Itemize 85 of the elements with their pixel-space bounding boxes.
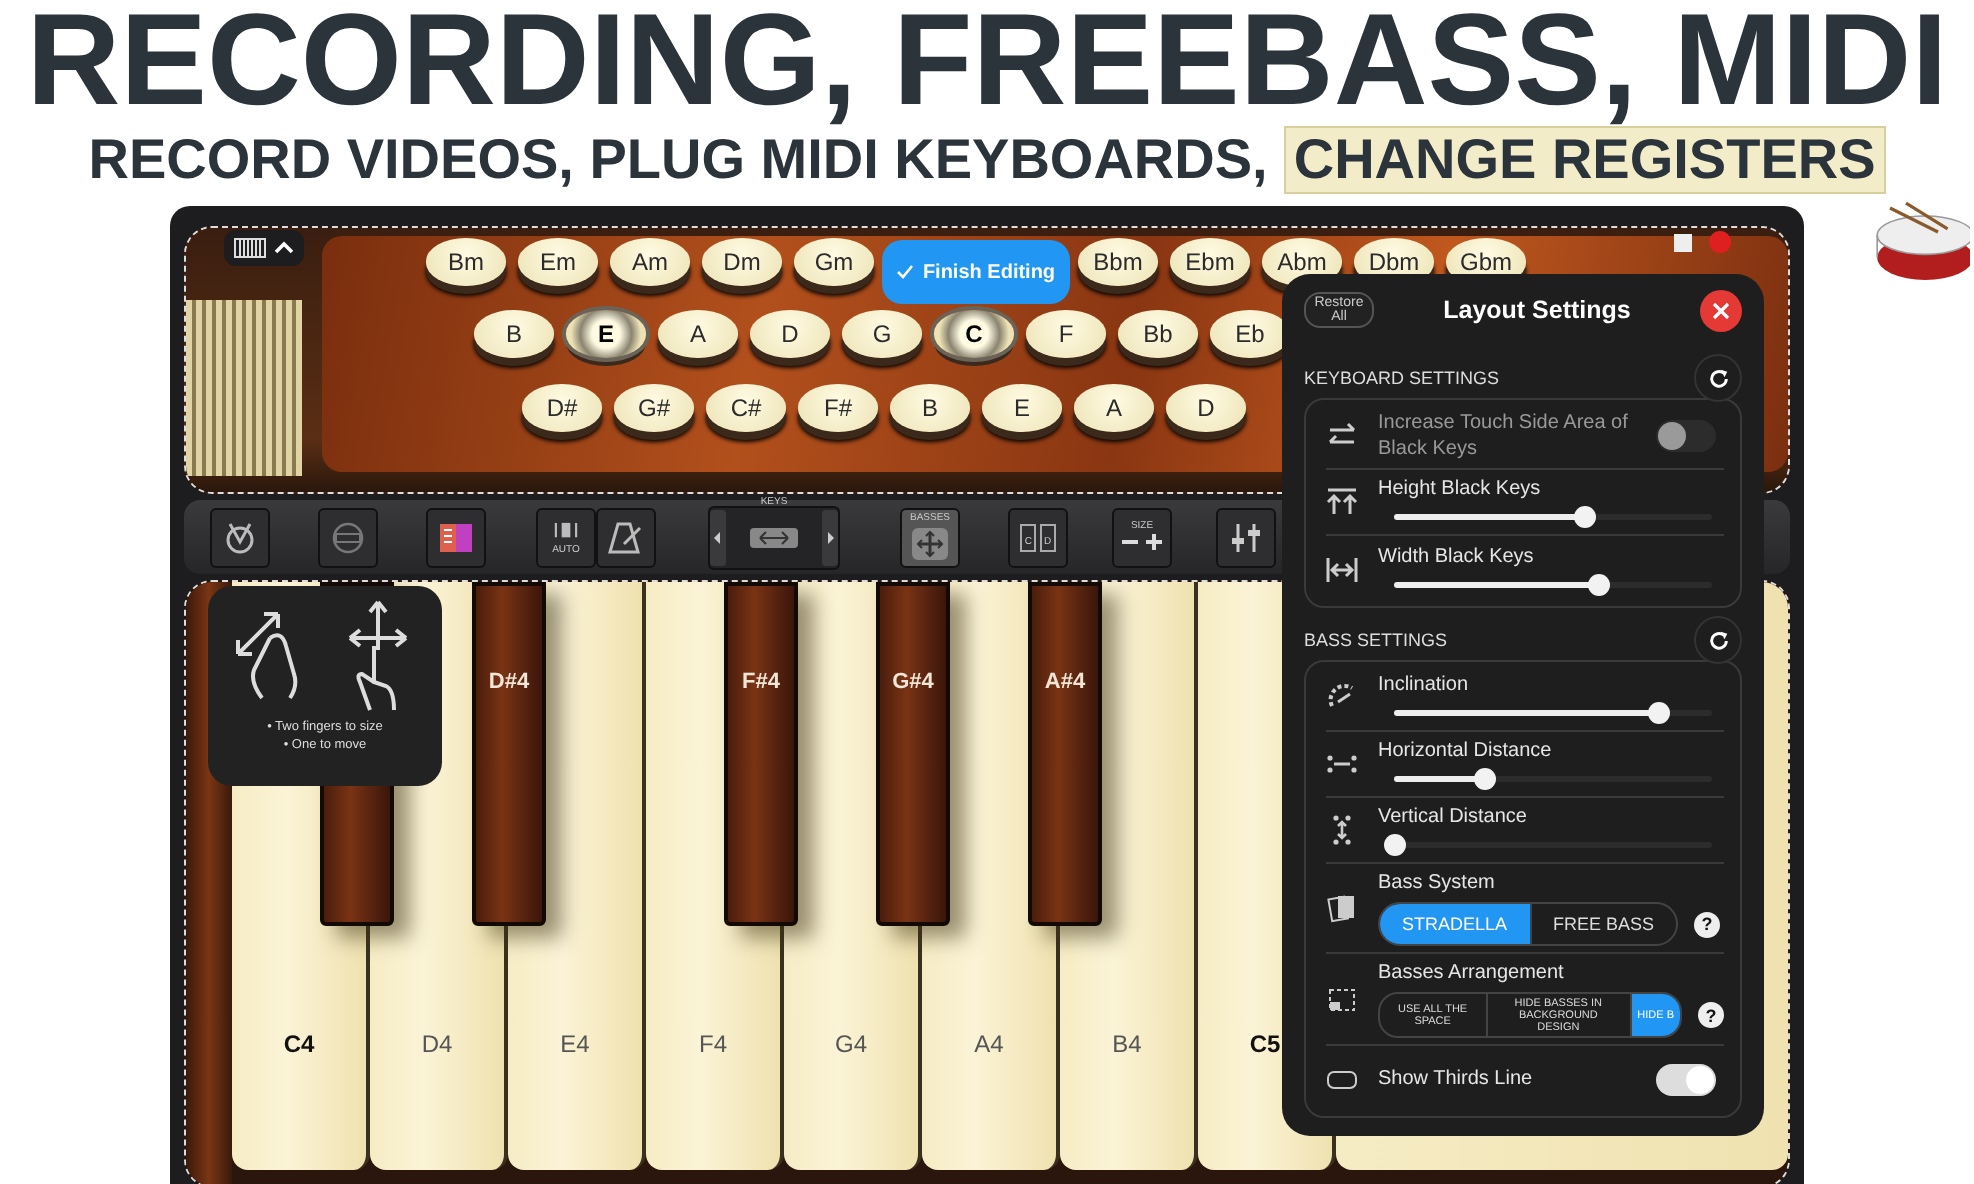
- section-title: BASS SETTINGS: [1304, 630, 1448, 650]
- bass-button[interactable]: Bm: [426, 238, 506, 286]
- segment-option[interactable]: FREE BASS: [1531, 904, 1677, 944]
- bass-button[interactable]: Ebm: [1170, 238, 1250, 286]
- cards-icon: [1326, 892, 1358, 924]
- help-button[interactable]: ?: [1698, 1002, 1724, 1028]
- note-label: A4: [974, 1030, 1004, 1058]
- bass-button[interactable]: A: [658, 310, 738, 358]
- bass-button[interactable]: D: [1166, 384, 1246, 432]
- mixer-icon: [1226, 519, 1266, 555]
- note-label: C5: [1249, 1030, 1281, 1058]
- bass-button[interactable]: Am: [610, 238, 690, 286]
- note-label: G4: [834, 1030, 867, 1058]
- bass-button[interactable]: D: [750, 310, 830, 358]
- check-icon: [896, 264, 915, 280]
- note-label: A#4: [1044, 670, 1086, 698]
- toggle-switch[interactable]: [1656, 420, 1716, 452]
- setting-label: Increase Touch Side Area of Black Keys: [1378, 410, 1630, 462]
- highlighted-subtitle: CHANGE REGISTERS: [1283, 126, 1886, 194]
- help-button[interactable]: ?: [1694, 911, 1721, 937]
- setting-label: Bass System: [1378, 870, 1497, 896]
- note-label: F#4: [742, 670, 780, 698]
- dashed-frame-icon: [1326, 983, 1358, 1015]
- bass-button[interactable]: E: [566, 310, 646, 358]
- note-label: F4: [698, 1030, 727, 1058]
- slider-thumb[interactable]: [1384, 834, 1406, 856]
- bass-button[interactable]: F#: [798, 384, 878, 432]
- slider-thumb[interactable]: [1587, 573, 1610, 595]
- note-label: E4: [560, 1030, 590, 1058]
- setting-label: Width Black Keys: [1378, 543, 1536, 569]
- width-arrows-icon: [1326, 553, 1358, 585]
- slider-thumb[interactable]: [1647, 702, 1670, 724]
- bass-button[interactable]: Dm: [702, 238, 782, 286]
- close-icon: [1711, 301, 1730, 319]
- section-title: KEYBOARD SETTINGS: [1304, 368, 1500, 388]
- toggle-switch[interactable]: [1656, 1063, 1716, 1095]
- metronome-icon: [606, 519, 646, 555]
- setting-label: Horizontal Distance: [1378, 738, 1554, 764]
- bass-button[interactable]: Gm: [794, 238, 874, 286]
- bass-button[interactable]: B: [890, 384, 970, 432]
- bass-button[interactable]: Em: [518, 238, 598, 286]
- bass-button[interactable]: D#: [522, 384, 602, 432]
- note-label: B4: [1112, 1030, 1142, 1058]
- bass-button[interactable]: B: [474, 310, 554, 358]
- refresh-icon: [1707, 367, 1729, 389]
- caret-icon: [274, 240, 294, 256]
- note-label: D4: [421, 1030, 453, 1058]
- reset-button[interactable]: [1694, 354, 1742, 402]
- setting-label: Show Thirds Line: [1378, 1066, 1535, 1092]
- accordion-icon: [436, 519, 476, 555]
- basses-icon: [910, 525, 950, 561]
- note-label: C4: [283, 1030, 315, 1058]
- bass-button[interactable]: Bbm: [1078, 238, 1158, 286]
- record-icon[interactable]: [1708, 230, 1732, 254]
- slider-thumb[interactable]: [1473, 768, 1496, 790]
- bass-button[interactable]: C: [934, 310, 1014, 358]
- setting-label: Vertical Distance: [1378, 804, 1529, 830]
- setting-label: Basses Arrangement: [1378, 960, 1566, 986]
- bass-button[interactable]: F: [1026, 310, 1106, 358]
- mixer-tool-button[interactable]: [1216, 507, 1276, 567]
- close-button[interactable]: [1699, 289, 1742, 331]
- register-tool-button[interactable]: [318, 507, 378, 567]
- keyboard-toggle-button[interactable]: [224, 230, 304, 266]
- note-label: G#4: [892, 670, 934, 698]
- tuner-tool-button[interactable]: [210, 507, 270, 567]
- bass-button[interactable]: C#: [706, 384, 786, 432]
- bass-button[interactable]: E: [982, 384, 1062, 432]
- headline: RECORDING, FREEBASS, MIDI: [24, 0, 1950, 120]
- bass-button[interactable]: Bb: [1118, 310, 1198, 358]
- setting-label: Inclination: [1378, 672, 1471, 698]
- note-label: D#4: [488, 670, 530, 698]
- bass-button[interactable]: A: [1074, 384, 1154, 432]
- minus-plus-icon: [1120, 532, 1164, 552]
- panel-title: Layout Settings: [1443, 296, 1631, 324]
- accordion-tool-button[interactable]: [426, 507, 486, 567]
- reset-button[interactable]: [1694, 616, 1742, 664]
- height-arrows-icon: [1326, 486, 1358, 518]
- bass-button[interactable]: G#: [614, 384, 694, 432]
- setting-label: Height Black Keys: [1378, 476, 1543, 502]
- keyboard-icon: [234, 238, 266, 258]
- refresh-icon: [1707, 629, 1729, 651]
- bass-button[interactable]: G: [842, 310, 922, 358]
- subtitle: RECORD VIDEOS, PLUG MIDI KEYBOARDS,: [88, 128, 1268, 192]
- metronome-tool-button[interactable]: [596, 507, 656, 567]
- slider-thumb[interactable]: [1574, 506, 1597, 528]
